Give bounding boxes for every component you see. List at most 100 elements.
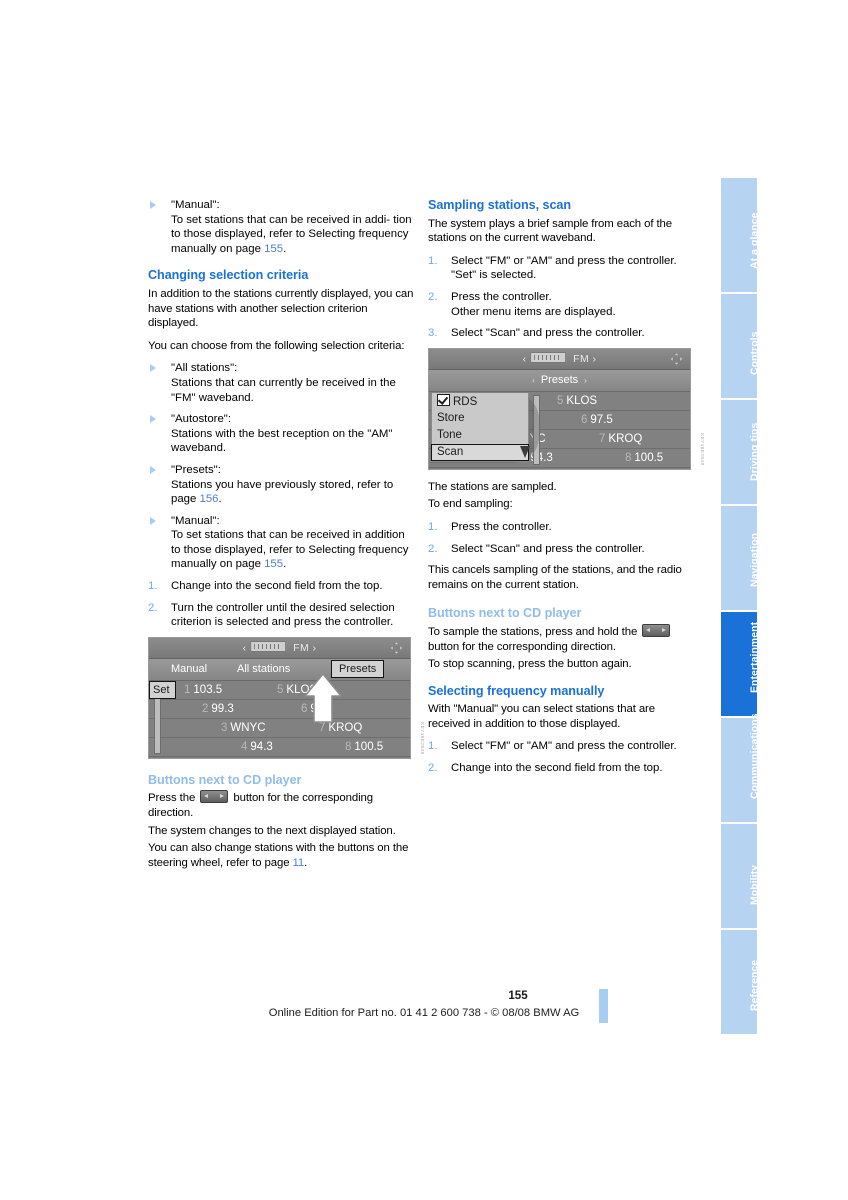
heading-sampling-stations-scan: Sampling stations, scan (428, 198, 572, 212)
radio-screen-2: ‹ FM › ‹Presets› 1 5KLOS (428, 347, 691, 470)
step-text: Select "Scan" and press the controller. (451, 542, 645, 555)
bullet-all-stations: "All stations": Stations that can curren… (148, 361, 416, 405)
arrow-left-icon[interactable]: ‹ (243, 642, 247, 654)
station-name: 103.5 (193, 683, 223, 696)
station-index: 6 (581, 413, 588, 426)
page-reference-11[interactable]: 11 (293, 857, 305, 869)
screen1-band-selector[interactable]: ‹ FM › (243, 640, 317, 656)
screen1-tab-presets[interactable]: Presets (331, 659, 385, 679)
tab-label: At a glance (749, 212, 761, 269)
screen2-band-selector[interactable]: ‹ FM › (523, 351, 597, 367)
step-end-2: 2. Select "Scan" and press the controlle… (428, 542, 696, 557)
bullet-body: Stations with the best reception on the … (171, 427, 393, 455)
tab-entertainment[interactable]: Entertainment (721, 612, 761, 718)
bullet-term: "Autostore": (171, 413, 232, 426)
step-subtext: Other menu items are displayed. (451, 305, 616, 318)
menu-item-store[interactable]: Store (432, 410, 528, 427)
tab-controls[interactable]: Controls (721, 294, 761, 400)
left-column: "Manual": To set stations that can be re… (148, 198, 425, 878)
checkbox-checked-icon[interactable] (437, 393, 450, 406)
paragraph-stop-scanning: To stop scanning, press the button again… (428, 658, 632, 671)
right-column: Sampling stations, scan The system plays… (428, 198, 705, 783)
tab-communications[interactable]: Communications (721, 713, 761, 824)
heading-selecting-frequency-manually: Selecting frequency manually (428, 683, 605, 698)
page-reference-155b[interactable]: 155 (264, 558, 283, 570)
paragraph-press-button-left: Press the button for the corresponding d… (148, 790, 374, 820)
screen2-presets-bar[interactable]: ‹ Presets › (429, 369, 690, 392)
step-number: 1. (148, 580, 158, 593)
station-index: 2 (202, 702, 209, 715)
bullet-presets: "Presets": Stations you have previously … (148, 463, 416, 507)
radio-icon (529, 351, 566, 363)
heading-buttons-next-to-cd-player-right: Buttons next to CD player (428, 606, 582, 621)
tab-label: Controls (749, 331, 761, 375)
screen1-tab-all-stations[interactable]: All stations (237, 662, 290, 677)
table-row[interactable]: 494.3 8100.5 (149, 737, 410, 757)
step-right-2: 2. Press the controller. Other menu item… (428, 290, 696, 319)
page-reference-156[interactable]: 156 (200, 493, 219, 505)
bullet-manual: "Manual": To set stations that can be re… (148, 514, 416, 572)
step-text: Select "FM" or "AM" and press the contro… (451, 254, 677, 267)
page-number-row: 155 (0, 986, 848, 1004)
expand-corner-icon (670, 352, 683, 366)
screen1-set-button[interactable]: Set (149, 680, 176, 700)
station-name: 100.5 (354, 740, 384, 753)
step-text: Press the controller. (451, 290, 552, 303)
step-number: 1. (428, 520, 438, 533)
arrow-right-icon[interactable]: › (312, 642, 316, 654)
screen1-station-list: 1 103.5 5 KLOS 2 99.3 6 97.5 3 WNYC 7 KROQ 4 94… (149, 680, 410, 758)
arrow-left-icon[interactable]: ‹ (523, 353, 527, 365)
heading-buttons-next-to-cd-player-left: Buttons next to CD player (148, 772, 302, 787)
station-index: 3 (221, 721, 228, 734)
tab-mobility[interactable]: Mobility (721, 824, 761, 930)
menu-item-scan[interactable]: Scan (431, 443, 529, 461)
arrow-right-icon[interactable]: › (592, 353, 596, 365)
menu-item-tone[interactable]: Tone (432, 427, 528, 444)
arrow-left-icon[interactable]: ‹ (532, 376, 535, 385)
station-name: 94.3 (250, 740, 273, 753)
screen1-criteria-tabs: Manual All stations Presets (149, 658, 410, 681)
step-end-1: 1. Press the controller. (428, 520, 696, 535)
step-select-2: 2. Change into the second field from the… (428, 761, 696, 776)
step-number: 2. (148, 601, 158, 614)
step-subtext: "Set" is selected. (451, 269, 537, 282)
station-name: 97.5 (590, 413, 613, 426)
paragraph-cancels-sampling: This cancels sampling of the stations, a… (428, 564, 682, 591)
step-text: Change into the second field from the to… (451, 762, 663, 775)
step-number: 3. (428, 327, 438, 340)
station-name: KROQ (608, 432, 643, 445)
table-row[interactable]: 2 99.3 6 97.5 (149, 699, 410, 719)
bullet-body: Stations you have previously stored, ref… (171, 478, 394, 506)
menu-item-rds[interactable]: RDS (432, 393, 528, 410)
tab-at-a-glance[interactable]: At a glance (721, 178, 761, 294)
step-right-1: 1. Select "FM" or "AM" and press the con… (428, 254, 696, 283)
screen1-tab-manual[interactable]: Manual (171, 662, 207, 677)
table-row[interactable]: 1 103.5 5 KLOS (149, 680, 410, 700)
arrow-right-icon[interactable]: › (584, 376, 587, 385)
figure-radio-scan-menu: ‹ FM › ‹Presets› 1 5KLOS (428, 347, 705, 470)
step-select-1: 1. Select "FM" or "AM" and press the con… (428, 739, 696, 754)
station-index: 7 (599, 432, 606, 445)
bullet-autostore: "Autostore": Stations with the best rece… (148, 412, 416, 456)
station-index: 4 (241, 740, 248, 753)
tab-driving-tips[interactable]: Driving tips (721, 400, 761, 506)
station-index: 7 (319, 721, 326, 734)
step-left-2: 2. Turn the controller until the desired… (148, 601, 416, 630)
page-reference-155a[interactable]: 155 (264, 243, 283, 255)
bullet-manual-top: "Manual": To set stations that can be re… (148, 198, 416, 256)
bullet-body: To set stations that can be received in … (171, 213, 412, 255)
tab-label: Mobility (749, 864, 761, 905)
station-index: 8 (625, 451, 632, 464)
station-index: 6 (301, 702, 308, 715)
footer: Online Edition for Part no. 01 41 2 600 … (0, 1003, 848, 1021)
step-text: Change into the second field from the to… (171, 580, 383, 593)
bullet-body: To set stations that can be received in … (171, 529, 409, 571)
table-row[interactable]: 3WNYC 7KROQ (149, 718, 410, 738)
page-number: 155 (508, 989, 528, 1002)
station-index: 8 (345, 740, 352, 753)
paragraph-to-end-sampling: To end sampling: (428, 498, 513, 511)
station-name: WNYC (230, 721, 266, 734)
expand-corner-icon (390, 641, 403, 655)
step-text: Select "FM" or "AM" and press the contro… (451, 740, 677, 753)
tab-navigation[interactable]: Navigation (721, 506, 761, 612)
